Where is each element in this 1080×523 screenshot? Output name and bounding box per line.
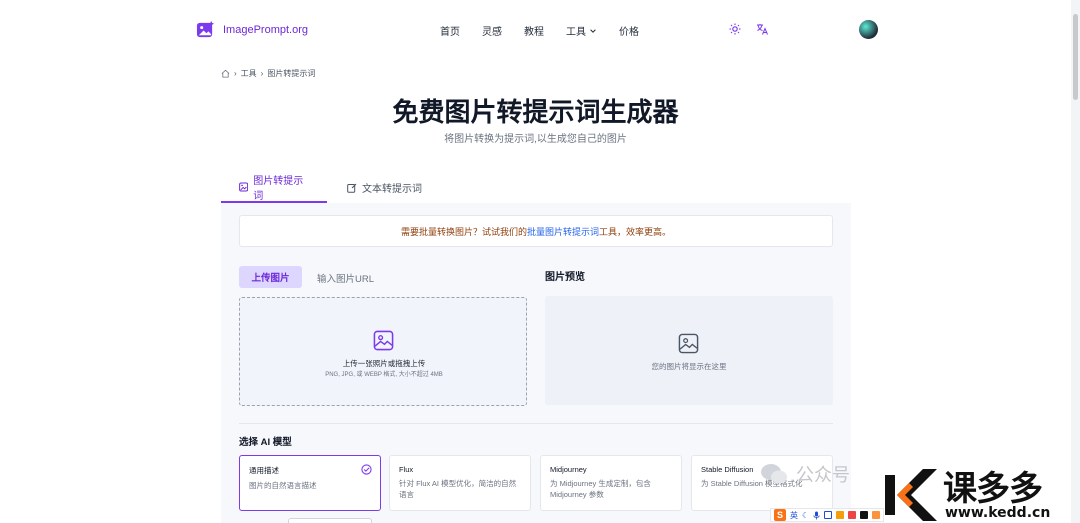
nav-tools[interactable]: 工具 xyxy=(566,23,597,38)
image-icon xyxy=(373,330,394,351)
shirt-icon[interactable] xyxy=(872,511,881,519)
breadcrumb-separator-icon: › xyxy=(260,69,264,78)
home-icon[interactable] xyxy=(221,69,230,78)
model-card-desc: 图片的自然语言描述 xyxy=(249,481,317,490)
preview-placeholder: 您的图片将显示在这里 xyxy=(651,362,727,371)
notice-suffix: 工具，效率更高。 xyxy=(599,226,672,237)
preview-title: 图片预览 xyxy=(545,272,585,283)
model-card-title: 通用描述 xyxy=(249,466,279,475)
image-icon xyxy=(678,333,699,354)
batch-tool-link[interactable]: 批量图片转提示词 xyxy=(527,225,599,238)
brand-watermark-url: www.kedd.cn xyxy=(945,505,1051,521)
ime-language[interactable]: 英 xyxy=(790,510,798,521)
site-logo[interactable]: ImagePrompt.org xyxy=(196,20,308,39)
main-nav: 首页 灵感 教程 工具 价格 xyxy=(440,23,639,38)
logo-text: ImagePrompt.org xyxy=(223,23,308,36)
image-preview-area: 您的图片将显示在这里 xyxy=(545,296,833,405)
mode-tabs: 图片转提示词 文本转提示词 xyxy=(221,172,851,203)
microphone-icon[interactable] xyxy=(813,511,820,520)
chevron-down-icon xyxy=(590,28,596,33)
tab-text-to-prompt[interactable]: 文本转提示词 xyxy=(329,172,440,203)
model-card-title: Midjourney xyxy=(550,465,587,474)
upload-instruction: 上传一张照片或拖拽上传 xyxy=(342,359,426,368)
tab-image-to-prompt-label: 图片转提示词 xyxy=(253,175,304,202)
nav-tutorial[interactable]: 教程 xyxy=(524,23,544,38)
breadcrumb-separator-icon: › xyxy=(234,69,237,78)
upload-formats: PNG, JPG, 或 WEBP 格式, 大小不超过 4MB xyxy=(325,372,443,378)
image-sparkle-icon xyxy=(196,20,215,38)
scrollbar[interactable] xyxy=(1071,0,1080,523)
sun-icon[interactable] xyxy=(729,23,741,35)
nav-home[interactable]: 首页 xyxy=(440,23,460,38)
keyboard-icon[interactable] xyxy=(824,511,833,519)
wechat-watermark-text: 公众号 xyxy=(796,465,850,485)
model-card-midjourney[interactable]: Midjourney 为 Midjourney 生成定制，包含 Midjourn… xyxy=(540,455,682,511)
k-logo-icon xyxy=(885,469,937,521)
check-circle-icon xyxy=(361,464,372,475)
image-edit-icon xyxy=(239,181,249,192)
grid-icon[interactable] xyxy=(860,511,869,519)
model-card-general[interactable]: 通用描述 图片的自然语言描述 xyxy=(239,455,381,511)
model-card-flux[interactable]: Flux 针对 Flux AI 模型优化，简洁的自然语言 xyxy=(389,455,531,511)
wechat-icon xyxy=(761,464,787,484)
generate-button-partial[interactable] xyxy=(288,518,372,523)
page-title: 免费图片转提示词生成器 xyxy=(392,97,679,127)
scrollbar-thumb[interactable] xyxy=(1073,14,1078,100)
model-card-title: Flux xyxy=(399,465,414,474)
tab-image-url[interactable]: 输入图片URL xyxy=(317,271,374,285)
nav-tools-label: 工具 xyxy=(566,27,586,38)
section-divider xyxy=(239,423,833,424)
model-card-desc: 为 Midjourney 生成定制，包含 Midjourney 参数 xyxy=(550,479,651,499)
breadcrumb-tools[interactable]: 工具 xyxy=(241,68,257,79)
tab-upload-image[interactable]: 上传图片 xyxy=(239,266,302,288)
moon-icon[interactable]: ☾ xyxy=(802,511,809,520)
breadcrumb: › 工具 › 图片转提示词 xyxy=(221,68,315,79)
breadcrumb-current: 图片转提示词 xyxy=(267,69,316,78)
tab-text-to-prompt-label: 文本转提示词 xyxy=(362,184,422,195)
avatar[interactable] xyxy=(859,20,878,39)
toolbox-icon[interactable] xyxy=(848,511,857,519)
nav-inspiration[interactable]: 灵感 xyxy=(482,23,502,38)
model-section-title: 选择 AI 模型 xyxy=(239,437,292,448)
page-subtitle: 将图片转换为提示词,以生成您自己的图片 xyxy=(444,134,627,145)
translate-icon[interactable] xyxy=(756,23,768,35)
notice-prefix: 需要批量转换图片？试试我们的 xyxy=(400,226,527,237)
brand-watermark-text: 课多多 xyxy=(943,469,1043,509)
sogou-icon: S xyxy=(774,509,786,521)
ime-toolbar[interactable]: S 英 ☾ xyxy=(770,508,885,522)
tab-image-to-prompt[interactable]: 图片转提示词 xyxy=(221,172,327,203)
nav-pricing[interactable]: 价格 xyxy=(619,23,639,38)
upload-dropzone[interactable]: 上传一张照片或拖拽上传 PNG, JPG, 或 WEBP 格式, 大小不超过 4… xyxy=(239,297,527,406)
note-edit-icon xyxy=(347,183,357,193)
model-card-desc: 针对 Flux AI 模型优化，简洁的自然语言 xyxy=(399,479,517,499)
wechat-watermark: 公众号 xyxy=(760,461,850,487)
batch-notice: 需要批量转换图片？试试我们的 批量图片转提示词 工具，效率更高。 xyxy=(239,215,833,247)
site-header: ImagePrompt.org 首页 灵感 教程 工具 价格 xyxy=(0,0,1080,58)
kedd-watermark: 课多多 www.kedd.cn xyxy=(883,461,1077,523)
skin-icon[interactable] xyxy=(836,511,845,519)
